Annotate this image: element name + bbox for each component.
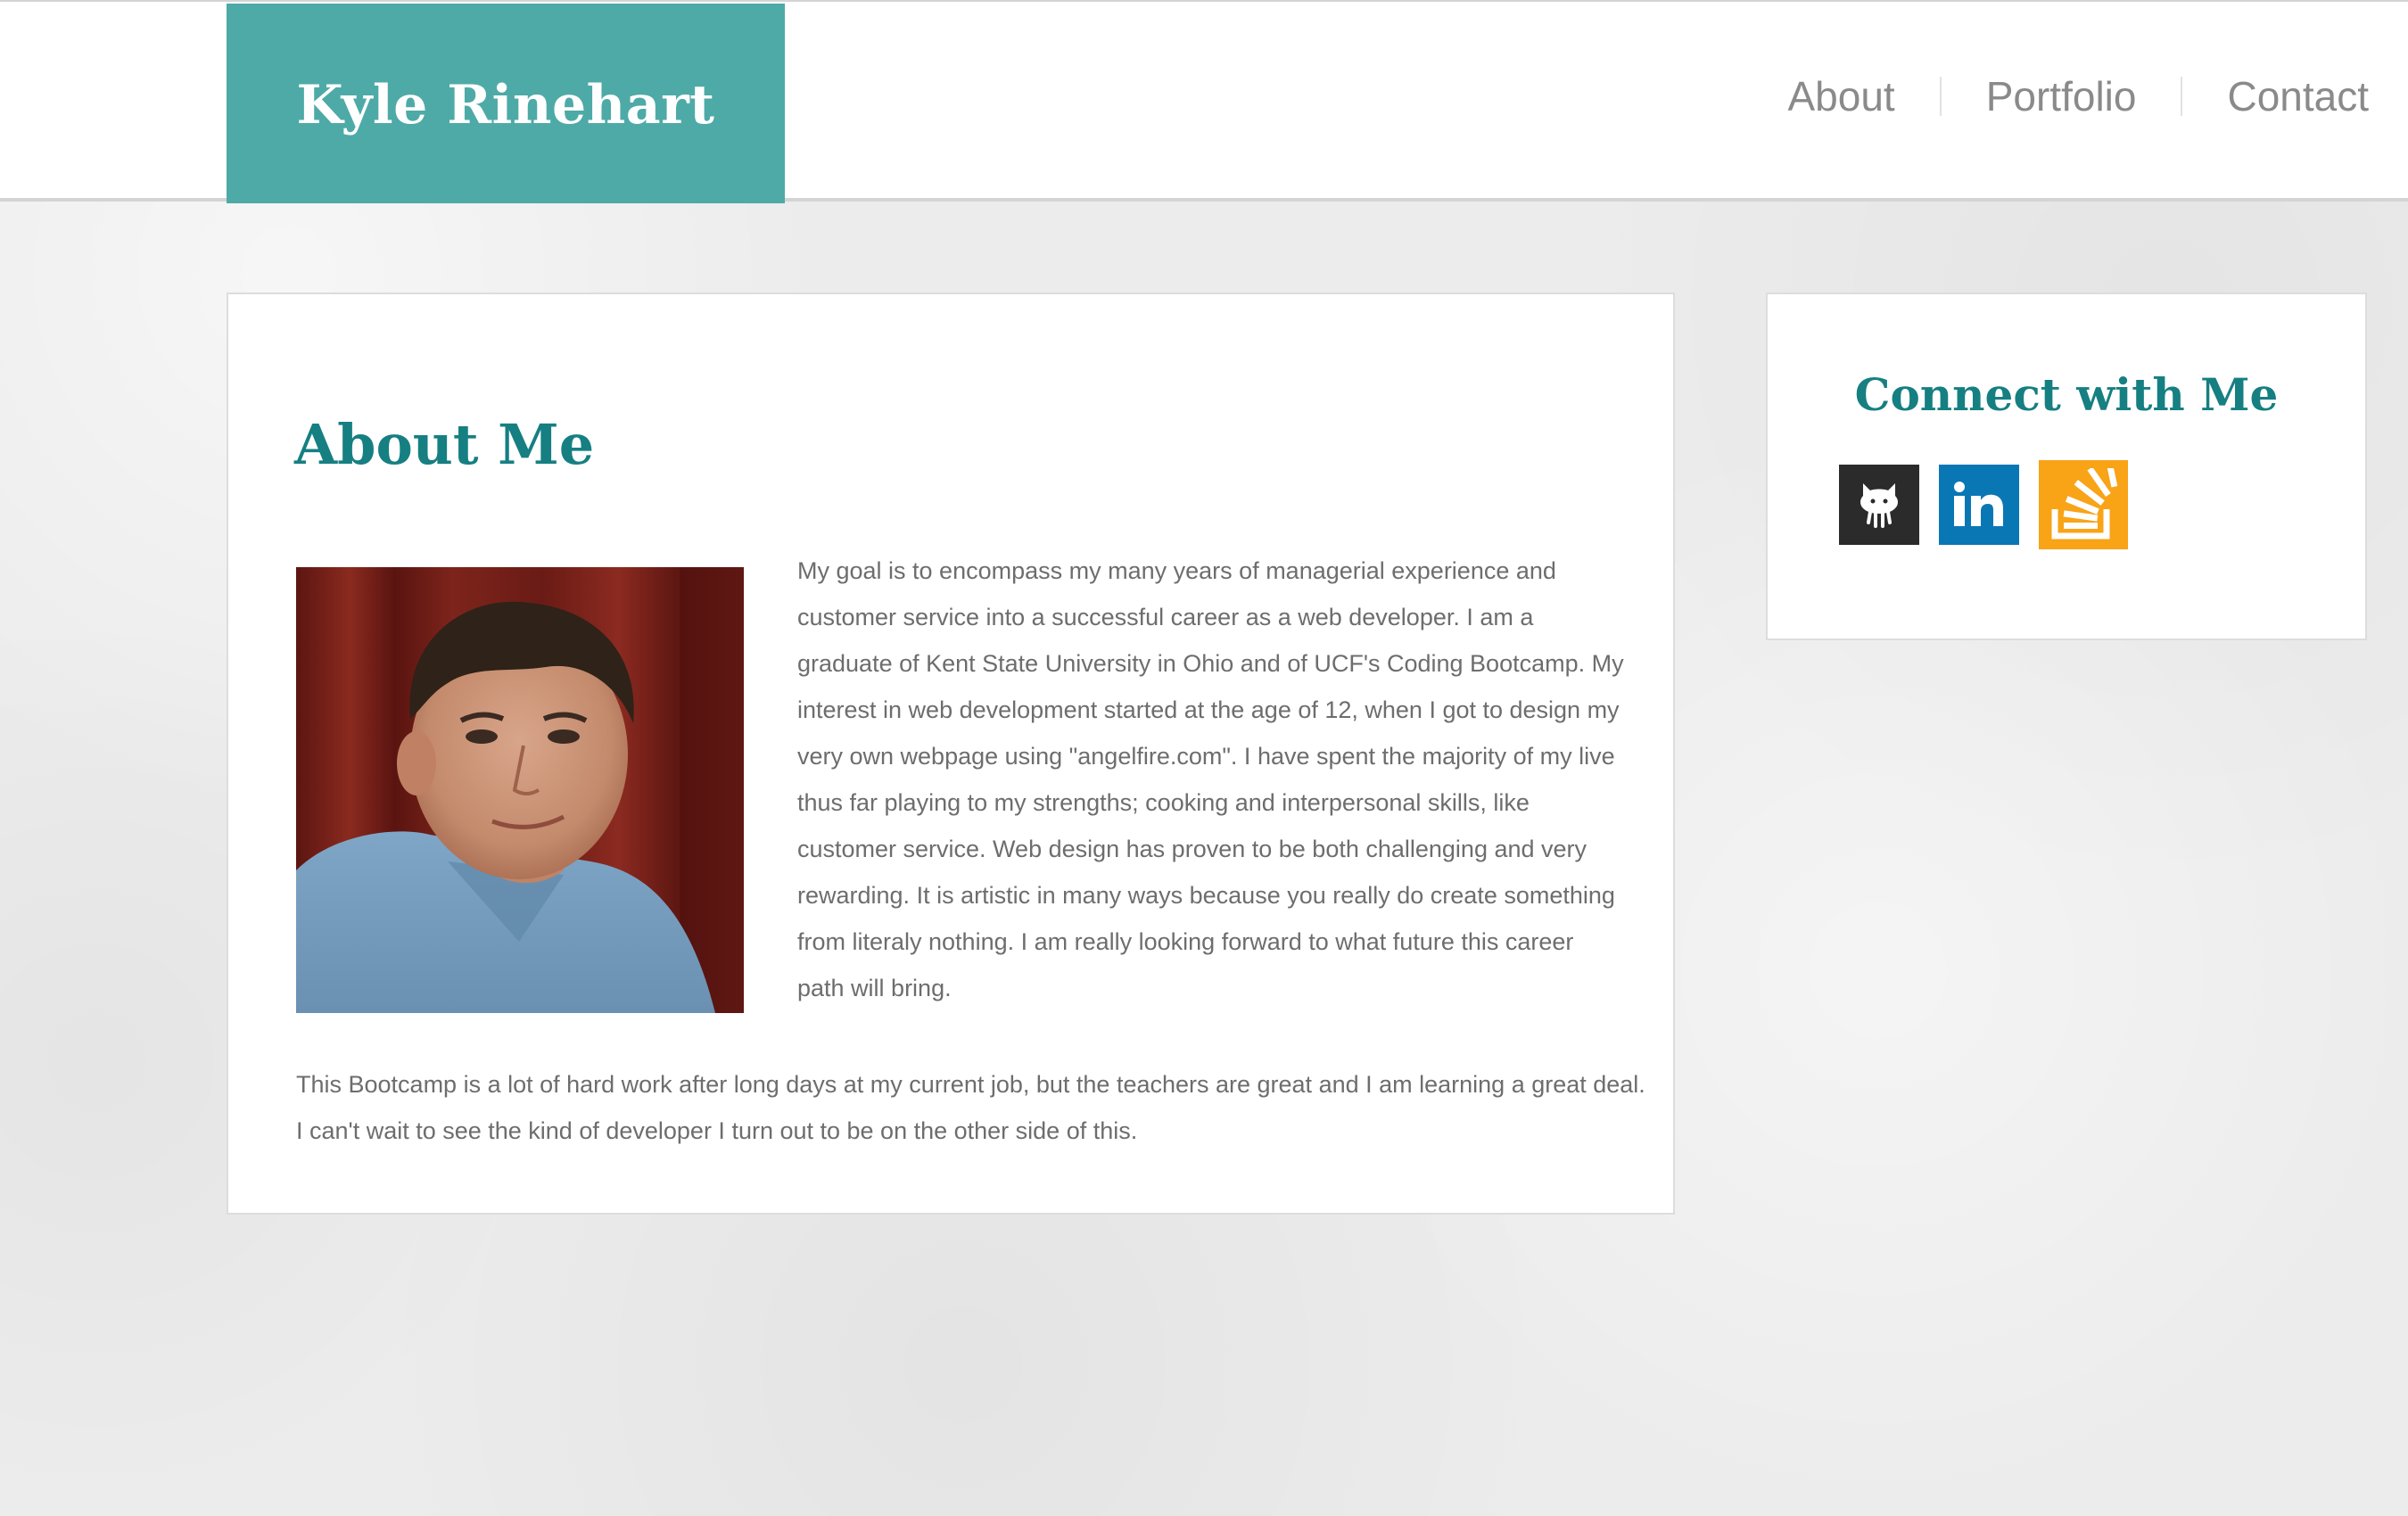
social-links	[1839, 460, 2128, 549]
site-header: Kyle Rinehart About Portfolio Contact	[0, 0, 2408, 203]
linkedin-glyph	[1954, 482, 2003, 526]
brand-name: Kyle Rinehart	[296, 74, 715, 136]
linkedin-icon[interactable]	[1939, 465, 2019, 545]
stackoverflow-glyph	[2051, 468, 2117, 540]
nav-link-about[interactable]: About	[1744, 71, 1940, 121]
profile-photo-image	[296, 567, 744, 1013]
profile-photo	[296, 567, 744, 1013]
about-paragraph-1: My goal is to encompass my many years of…	[797, 557, 1624, 1001]
main-nav: About Portfolio Contact	[1744, 71, 2370, 121]
brand-logo[interactable]: Kyle Rinehart	[227, 4, 785, 203]
about-title: About Me	[294, 412, 595, 477]
about-section: About Me My goal is to encompass my many…	[227, 292, 1675, 1215]
connect-title: Connect with Me	[1854, 368, 2279, 421]
github-octocat-glyph	[1860, 483, 1898, 528]
github-icon[interactable]	[1839, 465, 1919, 545]
stackoverflow-icon[interactable]	[2039, 460, 2128, 549]
nav-link-contact[interactable]: Contact	[2182, 71, 2369, 121]
nav-link-portfolio[interactable]: Portfolio	[1942, 71, 2181, 121]
about-paragraph-2: This Bootcamp is a lot of hard work afte…	[296, 1071, 1645, 1144]
connect-section: Connect with Me	[1766, 292, 2367, 640]
